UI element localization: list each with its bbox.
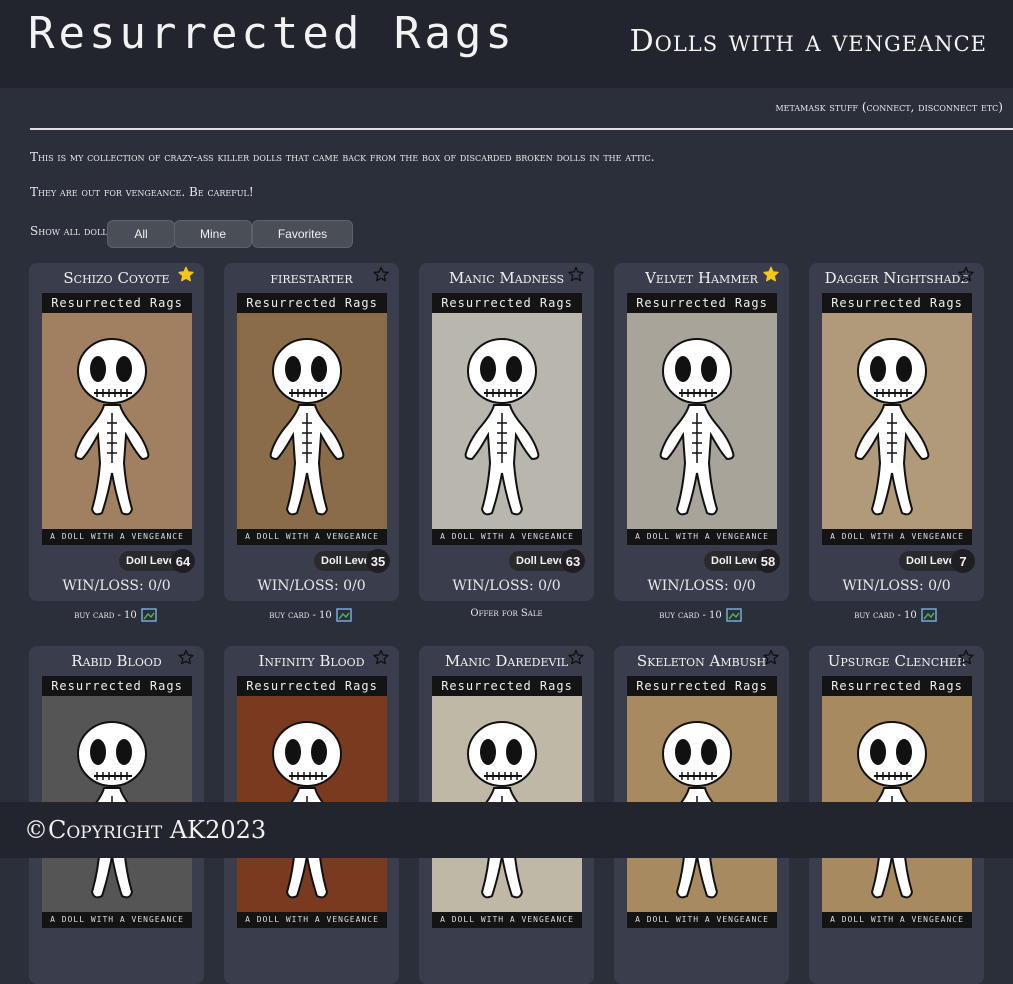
buy-card-link[interactable]: buy card - 10 bbox=[809, 608, 984, 622]
win-loss-record: WIN/LOSS: 0/0 bbox=[647, 578, 756, 594]
doll-card[interactable]: Velvet Hammer Resurrected Rags A DOLL WITH… bbox=[614, 263, 789, 601]
copyright-text: ©Copyright AK2023 bbox=[24, 816, 267, 844]
art-footer-text: A DOLL WITH A VENGEANCE bbox=[627, 529, 777, 545]
broken-image-icon bbox=[921, 608, 939, 622]
filter-all-button[interactable]: All bbox=[107, 220, 175, 248]
art-footer-text: A DOLL WITH A VENGEANCE bbox=[237, 529, 387, 545]
broken-image-icon bbox=[726, 608, 744, 622]
art-header-text: Resurrected Rags bbox=[822, 293, 972, 313]
doll-card[interactable]: Manic Madness Resurrected Rags A DOLL WITH… bbox=[419, 263, 594, 601]
doll-card-art: Resurrected Rags A DOLL WITH A VENGEANCE bbox=[42, 293, 192, 545]
doll-figure-icon bbox=[432, 313, 582, 529]
doll-figure-icon bbox=[237, 313, 387, 529]
footer: ©Copyright AK2023 bbox=[0, 802, 1013, 858]
doll-figure-icon bbox=[822, 313, 972, 529]
doll-card[interactable]: firestarter Resurrected Rags A DOLL WITH A… bbox=[224, 263, 399, 601]
broken-image-icon bbox=[141, 608, 159, 622]
favorite-star-icon[interactable] bbox=[763, 649, 779, 665]
doll-level-badge: Doll Level 35 bbox=[314, 549, 398, 573]
doll-card[interactable]: Schizo Coyote Resurrected Rags A DOLL WITH… bbox=[29, 263, 204, 601]
win-loss-record: WIN/LOSS: 0/0 bbox=[842, 578, 951, 594]
doll-card-art: Resurrected Rags A DOLL WITH A VENGEANCE bbox=[432, 293, 582, 545]
art-header-text: Resurrected Rags bbox=[432, 676, 582, 696]
doll-level-badge: Doll Level 58 bbox=[704, 549, 788, 573]
favorite-star-icon[interactable] bbox=[373, 649, 389, 665]
favorite-star-icon[interactable] bbox=[958, 649, 974, 665]
doll-figure-icon bbox=[627, 313, 777, 529]
card-action-label: buy card - 10 bbox=[269, 609, 332, 621]
art-header-text: Resurrected Rags bbox=[432, 293, 582, 313]
broken-image-icon bbox=[336, 608, 354, 622]
buy-card-link[interactable]: buy card - 10 bbox=[29, 608, 204, 622]
art-footer-text: A DOLL WITH A VENGEANCE bbox=[42, 529, 192, 545]
buy-card-link[interactable]: buy card - 10 bbox=[224, 608, 399, 622]
doll-figure-icon bbox=[42, 313, 192, 529]
site-title: Resurrected Rags bbox=[28, 8, 516, 59]
favorite-star-icon[interactable] bbox=[763, 266, 779, 282]
art-footer-text: A DOLL WITH A VENGEANCE bbox=[822, 529, 972, 545]
favorite-star-icon[interactable] bbox=[178, 649, 194, 665]
wallet-controls[interactable]: metamask stuff (connect, disconnect etc) bbox=[775, 100, 1003, 114]
doll-level-badge: Doll Level 63 bbox=[509, 549, 593, 573]
favorite-star-icon[interactable] bbox=[958, 266, 974, 282]
art-header-text: Resurrected Rags bbox=[42, 293, 192, 313]
filter-mine-button[interactable]: Mine bbox=[174, 220, 252, 248]
doll-level-value: 63 bbox=[561, 549, 585, 573]
filter-favorites-button[interactable]: Favorites bbox=[252, 220, 353, 248]
art-header-text: Resurrected Rags bbox=[627, 293, 777, 313]
top-bar: Resurrected Rags Dolls with a vengeance bbox=[0, 0, 1013, 88]
buy-card-link[interactable]: buy card - 10 bbox=[614, 608, 789, 622]
art-footer-text: A DOLL WITH A VENGEANCE bbox=[822, 912, 972, 928]
doll-level-badge: Doll Level 7 bbox=[899, 549, 983, 573]
favorite-star-icon[interactable] bbox=[373, 266, 389, 282]
doll-card[interactable]: Dagger Nightshade Resurrected Rags A DOLL … bbox=[809, 263, 984, 601]
win-loss-record: WIN/LOSS: 0/0 bbox=[257, 578, 366, 594]
doll-level-value: 58 bbox=[756, 549, 780, 573]
favorite-star-icon[interactable] bbox=[568, 649, 584, 665]
card-action-label: buy card - 10 bbox=[74, 609, 137, 621]
site-tagline: Dolls with a vengeance bbox=[629, 24, 987, 59]
art-footer-text: A DOLL WITH A VENGEANCE bbox=[432, 529, 582, 545]
favorite-star-icon[interactable] bbox=[178, 266, 194, 282]
win-loss-record: WIN/LOSS: 0/0 bbox=[452, 578, 561, 594]
card-action-label: buy card - 10 bbox=[659, 609, 722, 621]
art-footer-text: A DOLL WITH A VENGEANCE bbox=[42, 912, 192, 928]
doll-card-art: Resurrected Rags A DOLL WITH A VENGEANCE bbox=[627, 293, 777, 545]
art-header-text: Resurrected Rags bbox=[42, 676, 192, 696]
art-footer-text: A DOLL WITH A VENGEANCE bbox=[432, 912, 582, 928]
card-action-label: Offer for Sale bbox=[470, 608, 543, 619]
card-action-label: buy card - 10 bbox=[854, 609, 917, 621]
offer-for-sale-link[interactable]: Offer for Sale bbox=[419, 608, 594, 619]
doll-card-art: Resurrected Rags A DOLL WITH A VENGEANCE bbox=[237, 293, 387, 545]
art-header-text: Resurrected Rags bbox=[237, 676, 387, 696]
win-loss-record: WIN/LOSS: 0/0 bbox=[62, 578, 171, 594]
header-divider bbox=[30, 128, 1013, 130]
doll-level-badge: Doll Level 64 bbox=[119, 549, 203, 573]
doll-level-value: 7 bbox=[951, 549, 975, 573]
art-header-text: Resurrected Rags bbox=[237, 293, 387, 313]
art-header-text: Resurrected Rags bbox=[627, 676, 777, 696]
art-footer-text: A DOLL WITH A VENGEANCE bbox=[627, 912, 777, 928]
doll-level-value: 35 bbox=[366, 549, 390, 573]
doll-level-value: 64 bbox=[171, 549, 195, 573]
art-footer-text: A DOLL WITH A VENGEANCE bbox=[237, 912, 387, 928]
art-header-text: Resurrected Rags bbox=[822, 676, 972, 696]
intro-text: This is my collection of crazy-ass kille… bbox=[30, 150, 655, 164]
favorite-star-icon[interactable] bbox=[568, 266, 584, 282]
doll-card-art: Resurrected Rags A DOLL WITH A VENGEANCE bbox=[822, 293, 972, 545]
intro-warning: They are out for vengeance. Be careful! bbox=[30, 185, 254, 199]
